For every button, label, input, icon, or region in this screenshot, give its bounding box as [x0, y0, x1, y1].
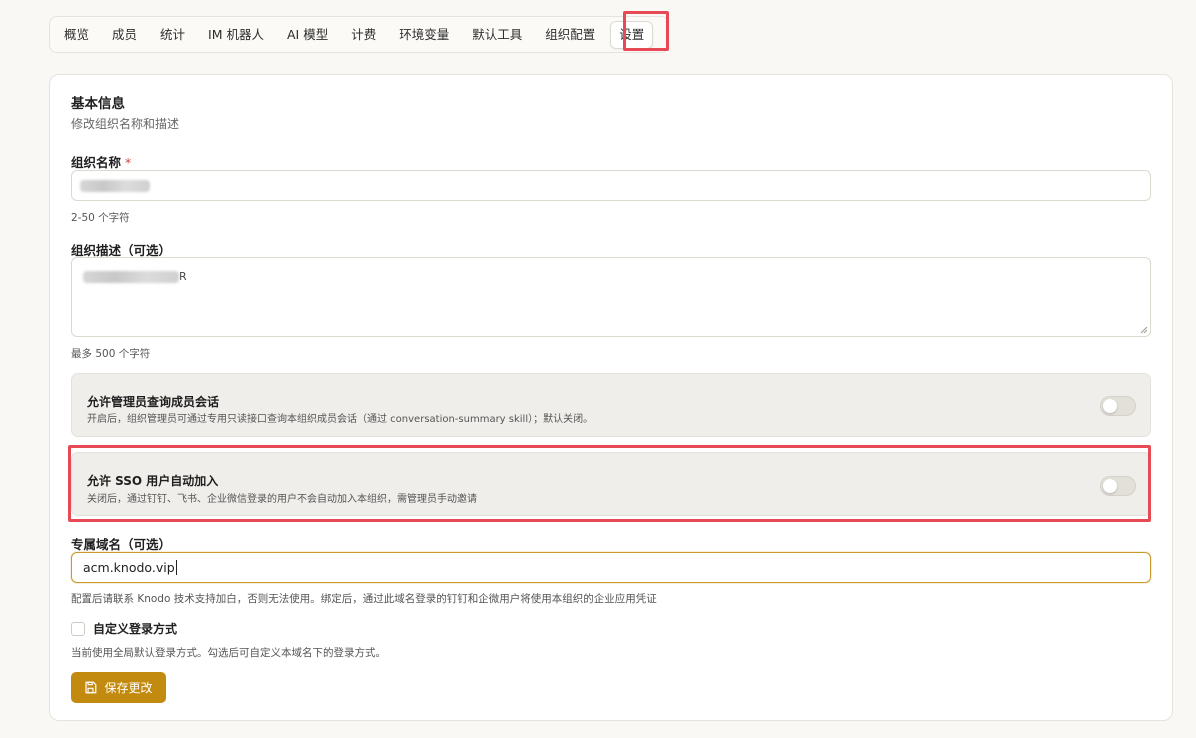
- save-button-label: 保存更改: [104, 681, 153, 695]
- tab-default-tools[interactable]: 默认工具: [464, 22, 530, 48]
- domain-value: acm.knodo.vip: [83, 560, 175, 575]
- desc-visible-char: R: [179, 270, 187, 283]
- tab-billing[interactable]: 计费: [343, 22, 384, 48]
- admin-query-toggle-box: 允许管理员查询成员会话 开启后，组织管理员可通过专用只读接口查询本组织成员会话（…: [71, 373, 1151, 437]
- redacted-text: [80, 179, 150, 192]
- domain-hint: 配置后请联系 Knodo 技术支持加白，否则无法使用。绑定后，通过此域名登录的钉…: [71, 593, 657, 605]
- admin-query-desc: 开启后，组织管理员可通过专用只读接口查询本组织成员会话（通过 conversat…: [87, 414, 594, 425]
- tab-members[interactable]: 成员: [104, 22, 145, 48]
- tab-org-config[interactable]: 组织配置: [537, 22, 603, 48]
- tab-bar: 概览 成员 统计 IM 机器人 AI 模型 计费 环境变量 默认工具 组织配置 …: [49, 16, 669, 53]
- custom-login-checkbox[interactable]: [71, 622, 85, 636]
- text-caret: [175, 560, 177, 575]
- org-name-label: 组织名称 *: [71, 155, 132, 170]
- custom-login-hint: 当前使用全局默认登录方式。勾选后可自定义本域名下的登录方式。: [71, 647, 386, 659]
- sso-join-switch[interactable]: [1100, 476, 1136, 496]
- redacted-text: [83, 270, 179, 283]
- sso-join-title: 允许 SSO 用户自动加入: [87, 474, 219, 488]
- admin-query-switch[interactable]: [1100, 396, 1136, 416]
- domain-input[interactable]: acm.knodo.vip: [71, 552, 1151, 583]
- tab-settings[interactable]: 设置: [610, 20, 654, 49]
- resize-handle-icon[interactable]: [1140, 326, 1148, 334]
- tab-im-bots[interactable]: IM 机器人: [200, 22, 272, 48]
- org-name-input[interactable]: [71, 170, 1151, 201]
- section-subtitle: 修改组织名称和描述: [71, 117, 180, 131]
- tab-env-vars[interactable]: 环境变量: [391, 22, 457, 48]
- tab-statistics[interactable]: 统计: [152, 22, 193, 48]
- tab-ai-models[interactable]: AI 模型: [279, 22, 336, 48]
- domain-label: 专属域名（可选）: [71, 537, 172, 552]
- required-mark: *: [125, 155, 132, 170]
- org-name-hint: 2-50 个字符: [71, 212, 130, 224]
- sso-join-desc: 关闭后，通过钉钉、飞书、企业微信登录的用户不会自动加入本组织，需管理员手动邀请: [87, 494, 477, 505]
- sso-join-toggle-box: 允许 SSO 用户自动加入 关闭后，通过钉钉、飞书、企业微信登录的用户不会自动加…: [71, 452, 1151, 516]
- custom-login-label[interactable]: 自定义登录方式: [93, 620, 177, 637]
- org-desc-hint: 最多 500 个字符: [71, 348, 151, 360]
- save-button[interactable]: 保存更改: [71, 672, 166, 703]
- org-desc-textarea[interactable]: R: [71, 257, 1151, 337]
- save-icon: [85, 681, 97, 694]
- tab-overview[interactable]: 概览: [56, 22, 97, 48]
- section-title: 基本信息: [71, 96, 125, 112]
- settings-card: 基本信息 修改组织名称和描述 组织名称 * 2-50 个字符 组织描述（可选） R…: [49, 74, 1173, 721]
- admin-query-title: 允许管理员查询成员会话: [87, 395, 220, 409]
